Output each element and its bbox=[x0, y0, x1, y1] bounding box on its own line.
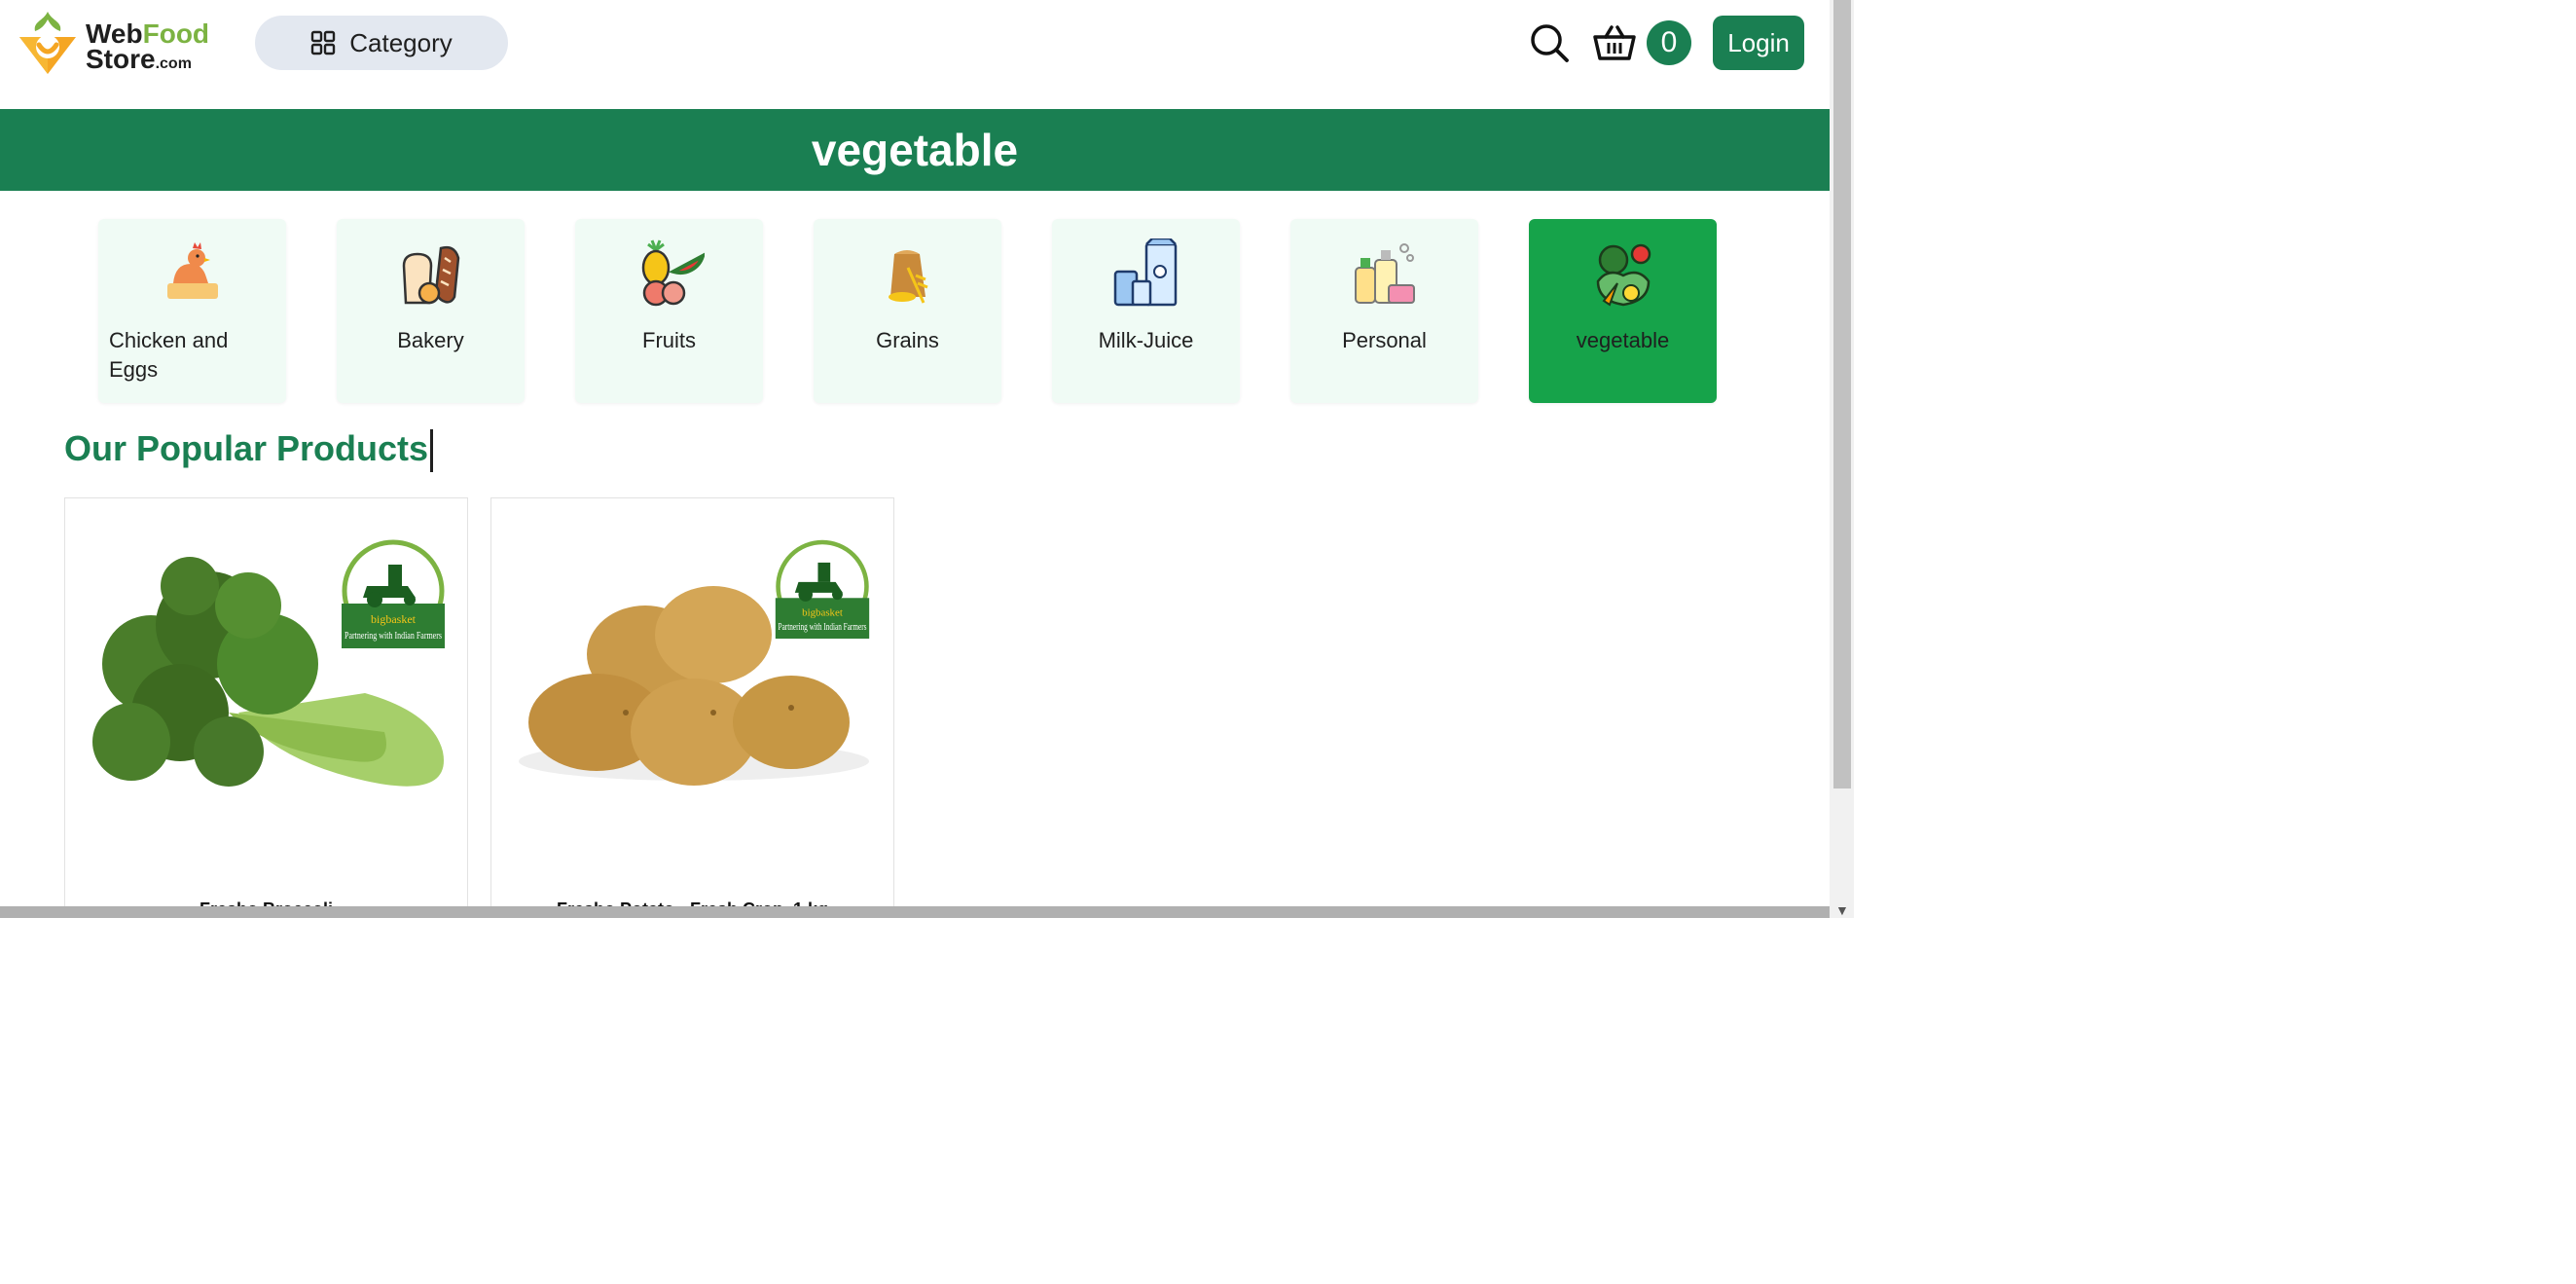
badge-brand: bigbasket bbox=[371, 612, 417, 626]
badge-text: Partnering with Indian Farmers bbox=[779, 622, 867, 633]
farmer-partner-badge-icon: bigbasket Partnering with Indian Farmers bbox=[342, 539, 445, 648]
site-logo[interactable]: WebFood Store.com bbox=[14, 8, 209, 76]
logo-suffix: .com bbox=[155, 55, 192, 72]
badge-brand: bigbasket bbox=[802, 606, 843, 618]
grains-icon bbox=[888, 250, 928, 304]
search-icon bbox=[1531, 24, 1569, 62]
vegetable-icon bbox=[1596, 243, 1651, 307]
category-label: Bakery bbox=[397, 328, 464, 352]
category-card-milk-juice[interactable]: Milk-Juice bbox=[1052, 219, 1240, 403]
category-card-personal[interactable]: Personal bbox=[1290, 219, 1478, 403]
category-label: vegetable bbox=[1576, 328, 1670, 352]
product-card[interactable]: bigbasket Partnering with Indian Farmers… bbox=[490, 497, 894, 918]
category-card-vegetable[interactable]: vegetable bbox=[1529, 219, 1717, 403]
bakery-icon bbox=[402, 245, 459, 305]
vertical-scrollbar-thumb[interactable] bbox=[1833, 0, 1851, 789]
browser-viewport: WebFood Store.com Category 0 Login veget… bbox=[0, 0, 1854, 918]
farmer-partner-badge-icon: bigbasket Partnering with Indian Farmers bbox=[775, 539, 870, 640]
grid-icon bbox=[311, 30, 336, 55]
vertical-scrollbar[interactable] bbox=[1830, 0, 1854, 918]
chevron-down-icon[interactable]: ▼ bbox=[1835, 902, 1849, 918]
product-card[interactable]: bigbasket Partnering with Indian Farmers… bbox=[64, 497, 468, 918]
badge-text: Partnering with Indian Farmers bbox=[345, 630, 442, 642]
category-card-bakery[interactable]: Bakery bbox=[337, 219, 525, 403]
login-button[interactable]: Login bbox=[1713, 16, 1804, 70]
logo-icon bbox=[19, 12, 76, 74]
category-label: Milk-Juice bbox=[1098, 328, 1194, 352]
section-title: Our Popular Products bbox=[64, 428, 434, 473]
fruits-icon bbox=[641, 239, 705, 307]
chicken-icon bbox=[166, 242, 218, 299]
category-label: Chicken and Eggs bbox=[109, 328, 229, 382]
category-card-fruits[interactable]: Fruits bbox=[575, 219, 763, 403]
category-button[interactable]: Category bbox=[255, 16, 508, 70]
category-label: Personal bbox=[1342, 328, 1427, 352]
horizontal-scrollbar[interactable] bbox=[0, 906, 1830, 918]
category-label: Fruits bbox=[642, 328, 696, 352]
logo-word-store: Store bbox=[86, 44, 156, 74]
category-button-label: Category bbox=[349, 27, 453, 57]
cart-count-badge[interactable]: 0 bbox=[1647, 20, 1691, 65]
page-title: vegetable bbox=[811, 125, 1019, 175]
category-banner: vegetable bbox=[0, 109, 1830, 191]
category-card-grains[interactable]: Grains bbox=[814, 219, 1001, 403]
category-label: Grains bbox=[876, 328, 939, 352]
personal-care-icon bbox=[1354, 243, 1415, 304]
milk-juice-icon bbox=[1113, 238, 1177, 307]
category-card-chicken-and-eggs[interactable]: Chicken and Eggs bbox=[98, 219, 286, 403]
basket-icon bbox=[1593, 25, 1636, 60]
cart-button[interactable] bbox=[1592, 21, 1637, 64]
text-cursor bbox=[430, 429, 434, 473]
search-button[interactable] bbox=[1528, 21, 1571, 64]
